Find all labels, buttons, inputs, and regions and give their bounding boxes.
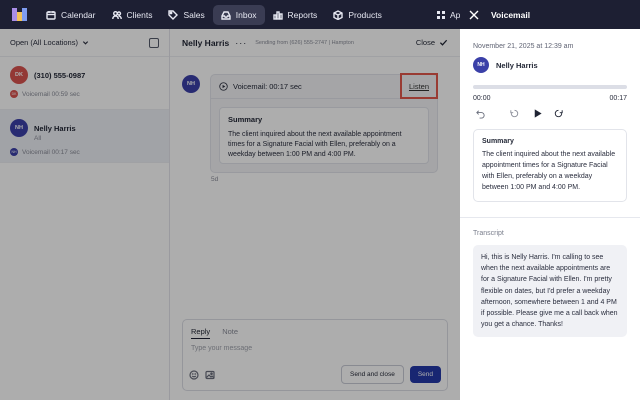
inbox-icon (221, 10, 231, 20)
compose-icon[interactable] (149, 37, 159, 48)
close-conversation-label: Close (415, 38, 435, 47)
play-icon[interactable] (532, 108, 543, 119)
bar-chart-icon (272, 10, 283, 20)
message-input[interactable]: Type your message (183, 339, 447, 358)
mini-avatar-initials: NH (11, 150, 17, 154)
voicemail-date: November 21, 2025 at 12:39 am (473, 43, 574, 50)
send-button[interactable]: Send (409, 366, 441, 383)
nav-calendar-label: Calendar (61, 9, 96, 20)
emoji-icon[interactable] (189, 369, 199, 380)
nav-apps[interactable]: Ap (436, 0, 460, 29)
conversation-last-message: Voicemail 00:59 sec (22, 90, 80, 98)
avatar-initials: NH (477, 62, 485, 68)
conversation-thread: Nelly Harris ··· Sending from (626) 555-… (170, 29, 460, 400)
conversation-item[interactable]: DK (310) 555-0987 DK Voicemail 00:59 sec (0, 57, 169, 110)
current-time: 00:00 (473, 95, 491, 102)
voicemail-duration: Voicemail: 00:17 sec (233, 82, 302, 91)
thread-header: Nelly Harris ··· Sending from (626) 555-… (170, 29, 460, 57)
drawer-summary-title: Summary (482, 138, 514, 145)
app-logo[interactable] (12, 8, 28, 21)
drawer-summary-card: Summary The client inquired about the ne… (473, 129, 627, 203)
drawer-divider (460, 217, 640, 219)
tab-reply[interactable]: Reply (191, 327, 211, 339)
top-nav: Calendar Clients Sales Inbox Reports Pro… (0, 0, 460, 29)
location-filter-dropdown[interactable]: Open (All Locations) (10, 38, 89, 47)
conversation-list: Open (All Locations) DK (310) 555-0987 D… (0, 29, 170, 400)
conversation-name: (310) 555-0987 (34, 70, 86, 80)
nav-inbox-label: Inbox (235, 9, 257, 20)
nav-products[interactable]: Products (325, 5, 390, 25)
caller-name: Nelly Harris (496, 60, 538, 70)
audio-progress-bar[interactable] (473, 85, 627, 89)
avatar-initials: NH (15, 125, 23, 131)
audio-controls (473, 108, 627, 119)
tag-icon (168, 9, 179, 20)
nav-apps-label: Ap (450, 9, 461, 20)
listen-highlight-box (400, 73, 438, 99)
more-options-icon[interactable]: ··· (235, 38, 247, 48)
summary-title: Summary (228, 115, 263, 124)
nav-products-label: Products (348, 9, 382, 20)
nav-sales-label: Sales (183, 9, 205, 20)
apps-icon (437, 10, 445, 19)
caller-info: NH Nelly Harris (473, 57, 627, 73)
thread-contact-name[interactable]: Nelly Harris (182, 38, 229, 48)
box-icon (333, 9, 344, 20)
sending-from-text: Sending from (626) 555-2747 | Hampton (255, 39, 354, 46)
avatar-initials: NH (187, 81, 195, 87)
avatar: NH (473, 57, 489, 73)
rewind-icon[interactable] (509, 108, 520, 119)
image-icon[interactable] (205, 370, 215, 380)
mini-avatar: DK (10, 90, 18, 98)
forward-icon[interactable] (553, 108, 564, 119)
summary-text: The client inquired about the next avail… (228, 131, 402, 159)
tab-note[interactable]: Note (222, 327, 238, 339)
close-icon[interactable] (469, 10, 479, 20)
users-icon (111, 10, 122, 19)
voicemail-summary: Summary The client inquired about the ne… (219, 107, 429, 164)
conversation-item-selected[interactable]: NH Nelly Harris All NH Voicemail 00:17 s… (0, 110, 169, 163)
message-timestamp: 5d (211, 176, 219, 183)
mini-avatar: NH (10, 148, 18, 156)
conversation-name: Nelly Harris (34, 123, 76, 133)
nav-clients[interactable]: Clients (104, 5, 161, 25)
nav-calendar[interactable]: Calendar (38, 5, 104, 25)
conversation-subtitle: All (34, 135, 42, 142)
transcript-text: Hi, this is Nelly Harris. I'm calling to… (473, 245, 627, 337)
nav-inbox[interactable]: Inbox (212, 4, 265, 25)
location-filter-label: Open (All Locations) (10, 38, 78, 47)
total-time: 00:17 (609, 95, 627, 102)
message-row: NH (182, 75, 200, 93)
chevron-down-icon (82, 41, 89, 45)
nav-reports-label: Reports (287, 9, 318, 20)
avatar: NH (182, 75, 200, 93)
conversation-list-header: Open (All Locations) (0, 29, 169, 57)
reply-composer: Reply Note Type your message Send and cl… (182, 319, 448, 391)
check-icon (439, 39, 448, 46)
drawer-title: Voicemail (491, 9, 531, 20)
avatar-initials: DK (15, 72, 23, 78)
drawer-header: Voicemail (460, 0, 640, 29)
transcript-label: Transcript (473, 230, 504, 238)
undo-icon[interactable] (475, 108, 486, 119)
close-conversation-button[interactable]: Close (416, 38, 448, 47)
nav-clients-label: Clients (126, 9, 153, 20)
voicemail-drawer: Voicemail November 21, 2025 at 12:39 am … (460, 0, 640, 400)
mini-avatar-initials: DK (11, 92, 17, 96)
nav-reports[interactable]: Reports (265, 5, 326, 25)
avatar: DK (10, 66, 28, 84)
play-circle-icon[interactable] (219, 82, 228, 91)
avatar: NH (10, 119, 28, 137)
nav-sales[interactable]: Sales (160, 5, 212, 25)
conversation-last-message: Voicemail 00:17 sec (22, 148, 80, 156)
calendar-icon (46, 10, 56, 20)
send-and-close-button[interactable]: Send and close (341, 365, 404, 384)
drawer-summary-text: The client inquired about the next avail… (482, 151, 616, 191)
